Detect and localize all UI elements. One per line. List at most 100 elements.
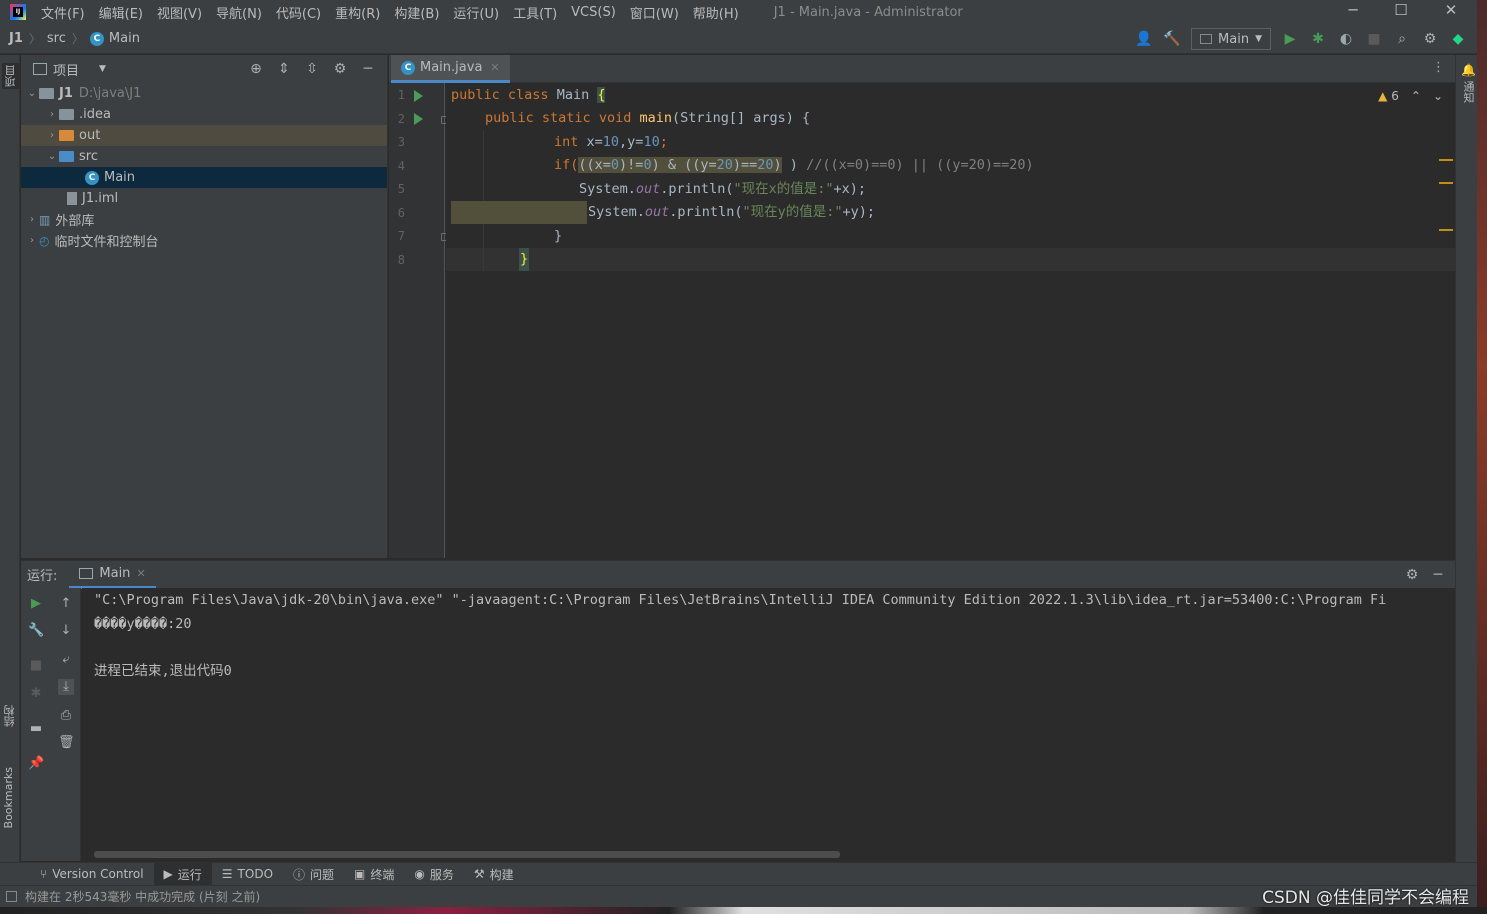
chevron-down-icon[interactable]: ⌄: [25, 88, 39, 99]
stripe-structure[interactable]: 结构: [2, 705, 18, 727]
debug-disabled-icon[interactable]: ✱: [28, 686, 44, 702]
project-panel-title[interactable]: 项目: [53, 60, 79, 79]
tool-terminal[interactable]: ▣ 终端: [344, 863, 404, 886]
menu-navigate[interactable]: 导航(N): [209, 3, 269, 22]
problems-info-icon: ⓘ: [293, 867, 306, 882]
down-arrow-icon[interactable]: ↓: [58, 623, 74, 639]
collapse-all-icon[interactable]: ⇳: [303, 60, 321, 78]
stop-icon[interactable]: ■: [28, 658, 44, 674]
user-icon[interactable]: 👤: [1135, 30, 1153, 48]
folder-icon: [59, 109, 74, 120]
close-tab-icon[interactable]: ✕: [490, 61, 499, 74]
print-icon[interactable]: ⎙: [58, 708, 74, 724]
code-editor[interactable]: public class Main { public static void m…: [446, 83, 1455, 558]
tree-item-external-libs[interactable]: › ▥ 外部库: [21, 209, 387, 230]
breadcrumb-project[interactable]: J1: [9, 31, 23, 46]
chevron-right-icon[interactable]: ›: [25, 235, 39, 246]
menu-file[interactable]: 文件(F): [34, 3, 92, 22]
rerun-icon[interactable]: ▶: [28, 596, 44, 612]
stripe-notifications[interactable]: 通知: [1460, 81, 1476, 103]
menu-help[interactable]: 帮助(H): [686, 3, 746, 22]
tool-problems[interactable]: ⓘ 问题: [283, 863, 344, 886]
tab-main-java[interactable]: C Main.java ✕: [391, 55, 510, 83]
tree-item-main[interactable]: C Main: [21, 167, 387, 188]
next-highlight-icon[interactable]: ⌄: [1433, 89, 1443, 103]
tree-item-idea[interactable]: › .idea: [21, 104, 387, 125]
clear-trash-icon[interactable]: 🗑: [58, 735, 75, 751]
tree-item-out[interactable]: › out: [21, 125, 387, 146]
intellij-logo-icon[interactable]: IJ: [10, 4, 26, 20]
coverage-icon[interactable]: ◐: [1337, 30, 1355, 48]
menu-refactor[interactable]: 重构(R): [328, 3, 387, 22]
inspection-widget[interactable]: ▲ 6 ⌃ ⌄: [1378, 89, 1443, 103]
expand-all-icon[interactable]: ⇕: [275, 60, 293, 78]
tree-item-scratches[interactable]: › ◴ 临时文件和控制台: [21, 230, 387, 251]
minimize-button[interactable]: ─: [1330, 0, 1376, 24]
notifications-bell-icon[interactable]: 🔔: [1461, 63, 1476, 77]
tool-build[interactable]: ⚒ 构建: [464, 863, 524, 886]
chevron-down-icon[interactable]: ⌄: [45, 151, 59, 162]
menu-window[interactable]: 窗口(W): [623, 3, 686, 22]
tree-item-src[interactable]: ⌄ src: [21, 146, 387, 167]
tool-version-control[interactable]: ⑂ Version Control: [30, 863, 154, 886]
hide-panel-icon[interactable]: ─: [359, 60, 377, 78]
scroll-to-end-icon[interactable]: ⤓: [58, 679, 74, 695]
pin-icon[interactable]: 📌: [28, 756, 44, 772]
warning-stripe-mark[interactable]: [1439, 229, 1453, 231]
java-class-icon: C: [89, 31, 104, 46]
stop-icon[interactable]: ■: [1365, 30, 1383, 48]
run-icon[interactable]: ▶: [1281, 30, 1299, 48]
tree-item-iml[interactable]: J1.iml: [21, 188, 387, 209]
menu-build[interactable]: 构建(B): [387, 3, 446, 22]
soft-wrap-icon[interactable]: ⤶: [58, 652, 74, 668]
search-icon[interactable]: ⌕: [1393, 30, 1411, 48]
previous-highlight-icon[interactable]: ⌃: [1411, 89, 1421, 103]
breadcrumb-folder[interactable]: src: [47, 31, 66, 46]
close-tab-icon[interactable]: ✕: [136, 567, 145, 580]
run-gutter-icon[interactable]: [414, 113, 423, 125]
maximize-button[interactable]: ☐: [1378, 0, 1424, 24]
menu-tools[interactable]: 工具(T): [506, 3, 564, 22]
run-tab-main[interactable]: Main ✕: [69, 561, 156, 589]
menu-run[interactable]: 运行(U): [446, 3, 506, 22]
more-options-icon[interactable]: ⋮: [1432, 60, 1445, 75]
settings-gear-icon[interactable]: ⚙: [1421, 30, 1439, 48]
code-with-me-icon[interactable]: ◆: [1449, 30, 1467, 48]
menu-edit[interactable]: 编辑(E): [92, 3, 150, 22]
status-message[interactable]: 构建在 2秒543毫秒 中成功完成 (片刻 之前): [25, 888, 260, 905]
run-config-dropdown[interactable]: Main ▼: [1191, 28, 1271, 50]
panel-settings-gear-icon[interactable]: ⚙: [331, 60, 349, 78]
warning-stripe-mark[interactable]: [1439, 159, 1453, 161]
chevron-right-icon[interactable]: ›: [45, 109, 59, 120]
run-settings-gear-icon[interactable]: ⚙: [1403, 566, 1421, 584]
tool-run[interactable]: ▶ 运行: [153, 862, 212, 886]
debug-icon[interactable]: ✱: [1309, 30, 1327, 48]
stripe-bookmarks[interactable]: Bookmarks: [2, 767, 15, 828]
console-output[interactable]: "C:\Program Files\Java\jdk-20\bin\java.e…: [82, 588, 1455, 861]
hide-run-panel-icon[interactable]: ─: [1429, 566, 1447, 584]
tree-item-root[interactable]: ⌄ J1 D:\java\J1: [21, 83, 387, 104]
breadcrumb-file[interactable]: C Main: [89, 31, 140, 46]
edit-config-wrench-icon[interactable]: 🔧: [28, 623, 44, 639]
stripe-project[interactable]: 项目: [2, 63, 20, 89]
locate-icon[interactable]: ⊕: [247, 60, 265, 78]
tool-todo[interactable]: ☰ TODO: [212, 863, 283, 886]
chevron-down-icon[interactable]: ▼: [99, 64, 106, 74]
close-window-button[interactable]: ✕: [1428, 0, 1474, 24]
tool-services[interactable]: ◉ 服务: [404, 863, 464, 886]
menu-view[interactable]: 视图(V): [150, 3, 209, 22]
horizontal-scrollbar[interactable]: [94, 851, 840, 858]
toggle-tool-windows-icon[interactable]: [6, 891, 17, 902]
chevron-right-icon[interactable]: ›: [45, 130, 59, 141]
menu-code[interactable]: 代码(C): [269, 3, 328, 22]
build-hammer-icon[interactable]: 🔨: [1163, 30, 1181, 48]
warning-stripe-mark[interactable]: [1439, 182, 1453, 184]
run-config-label: Main: [1218, 31, 1250, 47]
menu-vcs[interactable]: VCS(S): [564, 5, 623, 20]
layout-icon[interactable]: ▬: [28, 721, 44, 737]
run-gutter-icon[interactable]: [414, 90, 423, 102]
up-arrow-icon[interactable]: ↑: [58, 596, 74, 612]
warning-count[interactable]: ▲ 6: [1378, 89, 1399, 103]
chevron-right-icon[interactable]: ›: [25, 214, 39, 225]
config-icon: [1200, 34, 1213, 44]
